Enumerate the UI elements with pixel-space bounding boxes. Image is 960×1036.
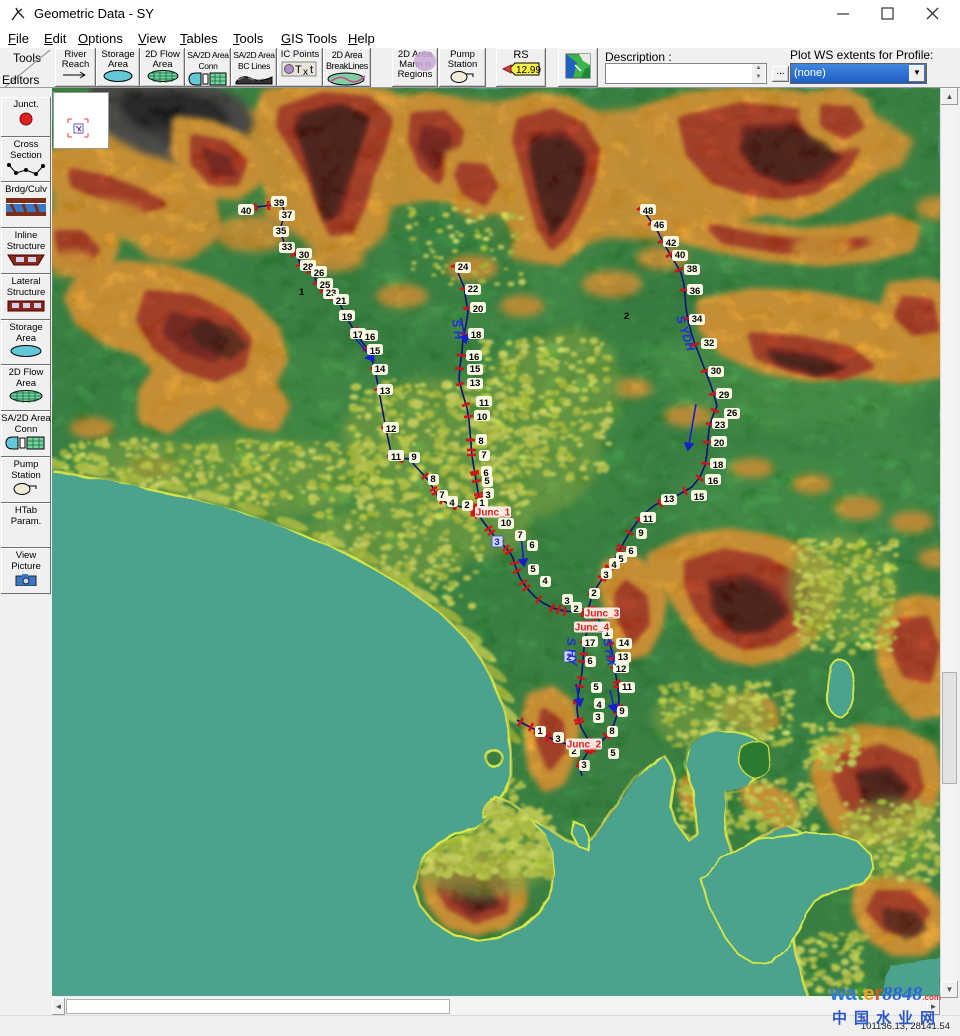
svg-text:2: 2 [464, 500, 469, 511]
svg-text:4: 4 [449, 498, 455, 509]
svg-text:12: 12 [386, 424, 397, 435]
svg-text:10: 10 [477, 412, 488, 423]
svg-text:S H: S H [449, 318, 466, 340]
svg-text:38: 38 [687, 264, 698, 275]
svg-text:32: 32 [704, 338, 715, 349]
svg-text:3: 3 [595, 712, 600, 723]
svg-text:1: 1 [537, 726, 543, 737]
svg-text:5: 5 [484, 476, 490, 487]
svg-text:2: 2 [624, 311, 629, 322]
svg-text:20: 20 [714, 438, 725, 449]
svg-text:4: 4 [596, 700, 602, 711]
svg-text:20: 20 [473, 304, 484, 315]
svg-text:14: 14 [619, 638, 630, 649]
svg-text:26: 26 [727, 408, 738, 419]
svg-text:13: 13 [380, 386, 391, 397]
svg-text:3: 3 [494, 537, 499, 548]
svg-text:11: 11 [622, 682, 633, 693]
svg-text:9: 9 [638, 528, 643, 539]
svg-text:Junc_1: Junc_1 [476, 508, 511, 519]
svg-text:13: 13 [470, 378, 481, 389]
svg-text:24: 24 [458, 262, 469, 273]
svg-text:19: 19 [342, 312, 353, 323]
svg-text:35: 35 [276, 226, 287, 237]
svg-text:x: x [303, 67, 308, 78]
svg-text:18: 18 [713, 460, 724, 471]
svg-text:11: 11 [643, 514, 654, 525]
svg-text:15: 15 [694, 492, 705, 503]
svg-text:16: 16 [469, 352, 480, 363]
svg-text:46: 46 [654, 220, 665, 231]
svg-text:16: 16 [708, 476, 719, 487]
svg-text:Junc_2: Junc_2 [567, 740, 602, 751]
svg-text:42: 42 [666, 238, 677, 249]
svg-text:37: 37 [282, 210, 293, 221]
svg-text:3: 3 [564, 596, 569, 607]
svg-text:1: 1 [299, 287, 305, 298]
svg-text:6: 6 [587, 656, 592, 667]
svg-text:39: 39 [274, 198, 285, 209]
svg-text:5: 5 [610, 748, 616, 759]
svg-text:2: 2 [591, 588, 596, 599]
svg-text:7: 7 [439, 490, 444, 501]
svg-text:9: 9 [619, 706, 624, 717]
svg-text:Junc_4: Junc_4 [575, 623, 610, 634]
svg-text:26: 26 [314, 268, 325, 279]
svg-text:13: 13 [618, 652, 629, 663]
svg-text:3: 3 [603, 570, 608, 581]
svg-text:8: 8 [478, 436, 483, 447]
svg-text:4: 4 [542, 576, 548, 587]
svg-text:21: 21 [336, 296, 347, 307]
svg-text:40: 40 [241, 206, 252, 217]
svg-text:30: 30 [711, 366, 722, 377]
svg-text:2: 2 [573, 604, 578, 615]
svg-text:33: 33 [282, 242, 293, 253]
svg-text:11: 11 [391, 452, 402, 463]
svg-text:3: 3 [581, 760, 586, 771]
svg-text:T: T [295, 64, 302, 76]
svg-text:34: 34 [692, 314, 703, 325]
svg-text:12.99: 12.99 [516, 65, 541, 76]
svg-text:5: 5 [593, 682, 599, 693]
svg-text:40: 40 [675, 250, 686, 261]
svg-text:7: 7 [481, 450, 486, 461]
svg-text:10: 10 [501, 518, 512, 529]
svg-text:15: 15 [370, 346, 381, 357]
svg-text:18: 18 [471, 330, 482, 341]
svg-text:11: 11 [479, 398, 490, 409]
svg-text:4: 4 [611, 560, 617, 571]
svg-text:48: 48 [643, 206, 654, 217]
svg-text:8: 8 [609, 726, 614, 737]
svg-text:13: 13 [664, 494, 675, 505]
svg-text:S HY: S HY [564, 637, 580, 667]
svg-text:14: 14 [375, 364, 386, 375]
svg-text:29: 29 [719, 390, 730, 401]
svg-text:22: 22 [468, 284, 479, 295]
svg-text:8: 8 [430, 474, 435, 485]
svg-text:Junc_3: Junc_3 [585, 609, 620, 620]
svg-text:30: 30 [299, 250, 310, 261]
svg-text:15: 15 [470, 364, 481, 375]
svg-text:36: 36 [690, 286, 701, 297]
svg-text:t: t [310, 64, 313, 76]
svg-text:17: 17 [353, 330, 364, 341]
svg-text:12: 12 [616, 664, 627, 675]
svg-text:23: 23 [715, 420, 726, 431]
svg-text:9: 9 [411, 452, 416, 463]
svg-text:3: 3 [555, 734, 560, 745]
svg-text:7: 7 [517, 530, 522, 541]
svg-text:5: 5 [530, 564, 536, 575]
svg-text:16: 16 [365, 332, 376, 343]
svg-text:6: 6 [628, 546, 633, 557]
svg-text:6: 6 [529, 540, 534, 551]
svg-text:17: 17 [585, 638, 596, 649]
